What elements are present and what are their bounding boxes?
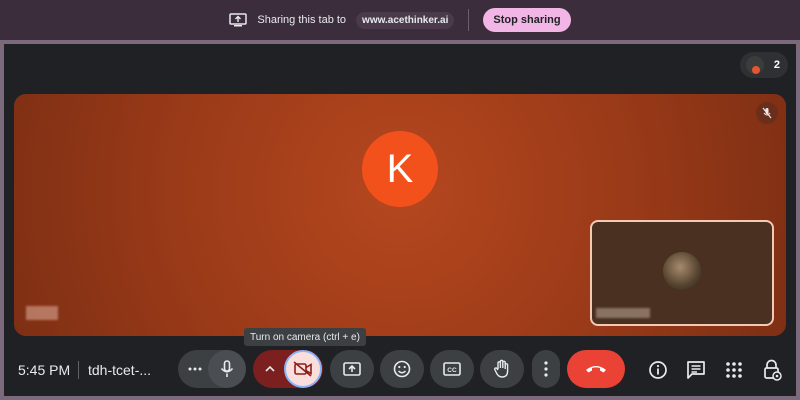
svg-text:CC: CC <box>447 367 457 374</box>
raise-hand-icon <box>494 359 509 378</box>
participant-avatar-large: K <box>362 131 438 207</box>
present-to-all-icon <box>229 13 248 27</box>
participant-name-blurred <box>26 306 58 320</box>
leave-call-button[interactable] <box>567 350 625 388</box>
chat-icon <box>687 361 705 379</box>
activities-button[interactable] <box>722 358 746 382</box>
participant-avatar <box>746 56 764 74</box>
mic-off-icon <box>756 102 778 124</box>
clock-time: 5:45 PM <box>18 362 71 378</box>
info-icon <box>649 361 667 379</box>
meeting-details-button[interactable] <box>646 358 670 382</box>
participant-count: 2 <box>773 59 780 71</box>
chevron-up-icon <box>265 366 275 372</box>
call-end-icon <box>586 366 606 373</box>
chat-button[interactable] <box>684 358 708 382</box>
shared-site: www.acethinker.ai <box>356 11 455 29</box>
captions-icon: CC <box>443 362 461 376</box>
apps-icon <box>726 362 742 378</box>
videocam-off-icon <box>293 361 312 377</box>
more-horiz-icon <box>188 367 202 371</box>
mic-icon <box>220 360 234 377</box>
camera-button[interactable] <box>284 350 322 388</box>
mic-button[interactable] <box>208 350 246 388</box>
sharing-text: Sharing this tab to <box>257 14 347 26</box>
more-options-button[interactable] <box>532 350 560 388</box>
sharing-bar-content: Sharing this tab to www.acethinker.ai St… <box>229 8 571 32</box>
self-avatar <box>663 252 701 290</box>
participants-button[interactable]: 2 <box>740 52 788 78</box>
self-name-blurred <box>596 308 650 318</box>
camera-tooltip: Turn on camera (ctrl + e) <box>244 328 366 346</box>
self-view-tile[interactable] <box>590 220 774 326</box>
more-vert-icon <box>544 361 548 377</box>
present-icon <box>343 362 361 376</box>
meeting-code: tdh-tcet-... <box>88 362 152 378</box>
divider <box>468 9 470 31</box>
raise-hand-button[interactable] <box>480 350 524 388</box>
reactions-button[interactable] <box>380 350 424 388</box>
host-controls-button[interactable] <box>760 358 784 382</box>
present-button[interactable] <box>330 350 374 388</box>
stop-sharing-button[interactable]: Stop sharing <box>483 8 571 32</box>
divider <box>78 361 79 379</box>
host-controls-icon <box>764 359 782 381</box>
sharing-bar: Sharing this tab to www.acethinker.ai St… <box>0 0 800 40</box>
captions-button[interactable]: CC <box>430 350 474 388</box>
emoji-icon <box>393 360 411 378</box>
